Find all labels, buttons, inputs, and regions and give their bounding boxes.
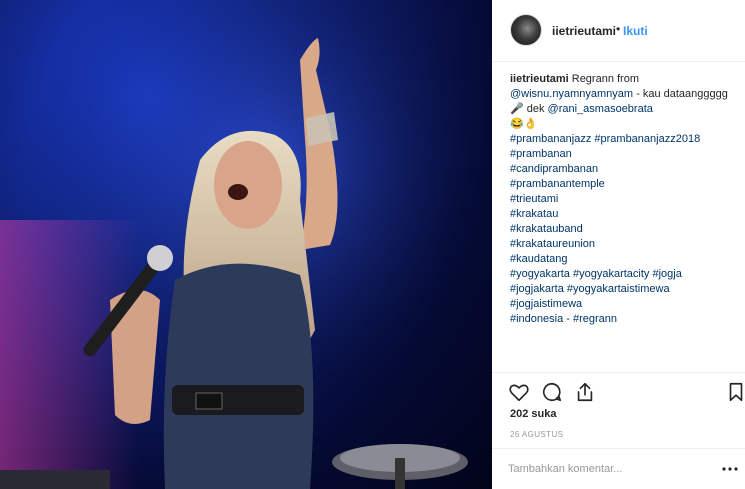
post-header: iietrieutami • Ikuti — [492, 0, 745, 62]
header-username[interactable]: iietrieutami — [552, 24, 616, 38]
caption: iietrieutami Regrann from @wisnu.nyamnya… — [510, 72, 738, 327]
caption-username[interactable]: iietrieutami — [510, 73, 569, 85]
hashtag-line[interactable]: #kaudatang — [510, 252, 738, 267]
caption-emoji: 😂👌 — [510, 118, 538, 130]
post-details-panel: iietrieutami • Ikuti iietrieutami Regran… — [492, 0, 745, 489]
hashtag[interactable]: #indonesia — [510, 313, 563, 325]
comment-input[interactable] — [508, 459, 713, 479]
share-icon[interactable] — [574, 381, 596, 403]
hashtag-line[interactable]: #krakataureunion — [510, 237, 738, 252]
caption-text: Regrann from — [568, 73, 639, 85]
heart-icon[interactable] — [508, 381, 530, 403]
hashtag-line[interactable]: #krakatauband — [510, 222, 738, 237]
hashtag-line[interactable]: #trieutami — [510, 192, 738, 207]
like-count[interactable]: 202 suka — [510, 408, 556, 420]
action-bar — [492, 372, 745, 408]
bookmark-icon[interactable] — [725, 381, 745, 403]
hashtag-line[interactable]: #jogjakarta #yogyakartaistimewa — [510, 282, 738, 297]
hashtag-line[interactable]: #prambanan — [510, 147, 738, 162]
hashtag-line[interactable]: #krakatau — [510, 207, 738, 222]
hashtag-line[interactable]: #prambananjazz #prambananjazz2018 — [510, 132, 738, 147]
hashtag[interactable]: #regrann — [573, 313, 617, 325]
comment-box — [492, 448, 745, 489]
hashtag-line[interactable]: #prambanantemple — [510, 177, 738, 192]
hashtag-line[interactable]: #candiprambanan — [510, 162, 738, 177]
caption-mention[interactable]: @rani_asmasoebrata — [548, 103, 653, 115]
caption-mention[interactable]: @wisnu.nyamnyamnyam — [510, 88, 633, 100]
follow-button[interactable]: Ikuti — [623, 24, 648, 38]
avatar[interactable] — [510, 14, 542, 46]
hashtag-line[interactable]: #yogyakarta #yogyakartacity #jogja — [510, 267, 738, 282]
post-date[interactable]: 26 AGUSTUS — [510, 430, 563, 439]
hashtag-last-line: #indonesia - #regrann — [510, 312, 738, 327]
singer-photo-illustration — [0, 0, 492, 489]
hashtag-separator: - — [563, 313, 573, 325]
comment-icon[interactable] — [541, 381, 563, 403]
post-photo[interactable] — [0, 0, 492, 489]
hashtag-line[interactable]: #jogjaistimewa — [510, 297, 738, 312]
header-separator: • — [616, 22, 621, 36]
more-icon[interactable] — [722, 463, 738, 475]
